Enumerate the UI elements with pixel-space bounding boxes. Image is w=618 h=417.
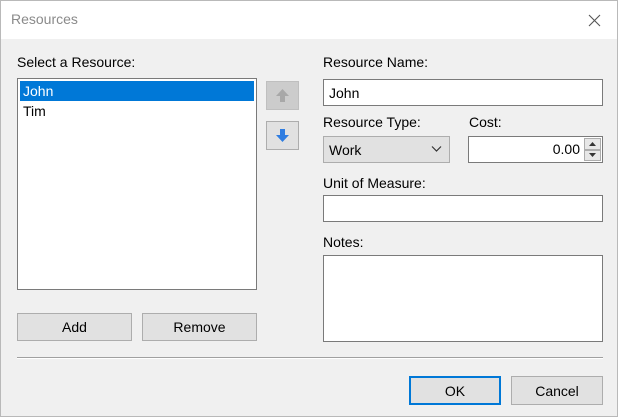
list-item[interactable]: John: [20, 81, 254, 101]
resource-type-value: Work: [329, 141, 362, 158]
list-item[interactable]: Tim: [20, 101, 254, 121]
divider: [17, 357, 603, 359]
select-resource-label: Select a Resource:: [17, 54, 136, 70]
title-bar: Resources: [1, 1, 617, 39]
move-up-button[interactable]: [266, 81, 299, 110]
notes-textarea[interactable]: [323, 255, 603, 342]
cost-stepper[interactable]: 0.00: [468, 136, 603, 163]
caret-up-icon: [589, 141, 596, 146]
unit-of-measure-label: Unit of Measure:: [323, 175, 426, 191]
cost-label: Cost:: [469, 114, 502, 130]
close-button[interactable]: [571, 1, 617, 39]
cost-stepper-arrows: [584, 138, 601, 161]
resource-type-label: Resource Type:: [323, 114, 421, 130]
move-down-button[interactable]: [266, 121, 299, 150]
resource-listbox[interactable]: John Tim: [17, 78, 257, 290]
arrow-down-icon: [276, 129, 289, 142]
cost-decrement-button[interactable]: [584, 149, 601, 161]
resource-name-input[interactable]: [323, 79, 603, 106]
caret-down-icon: [589, 153, 596, 158]
resources-dialog: Resources Select a Resource: John Tim Ad…: [0, 0, 618, 417]
notes-label: Notes:: [323, 234, 364, 250]
window-title: Resources: [11, 11, 78, 27]
cost-value: 0.00: [552, 141, 580, 157]
arrow-up-icon: [276, 89, 289, 102]
ok-button[interactable]: OK: [409, 376, 501, 405]
remove-button[interactable]: Remove: [142, 313, 257, 341]
resource-type-select[interactable]: Work: [323, 136, 450, 163]
close-icon: [588, 14, 600, 26]
add-button[interactable]: Add: [17, 313, 132, 341]
cost-increment-button[interactable]: [584, 138, 601, 150]
cancel-button[interactable]: Cancel: [511, 376, 603, 405]
resource-name-label: Resource Name:: [323, 54, 429, 70]
chevron-down-icon: [431, 146, 442, 152]
unit-of-measure-input[interactable]: [323, 195, 603, 222]
